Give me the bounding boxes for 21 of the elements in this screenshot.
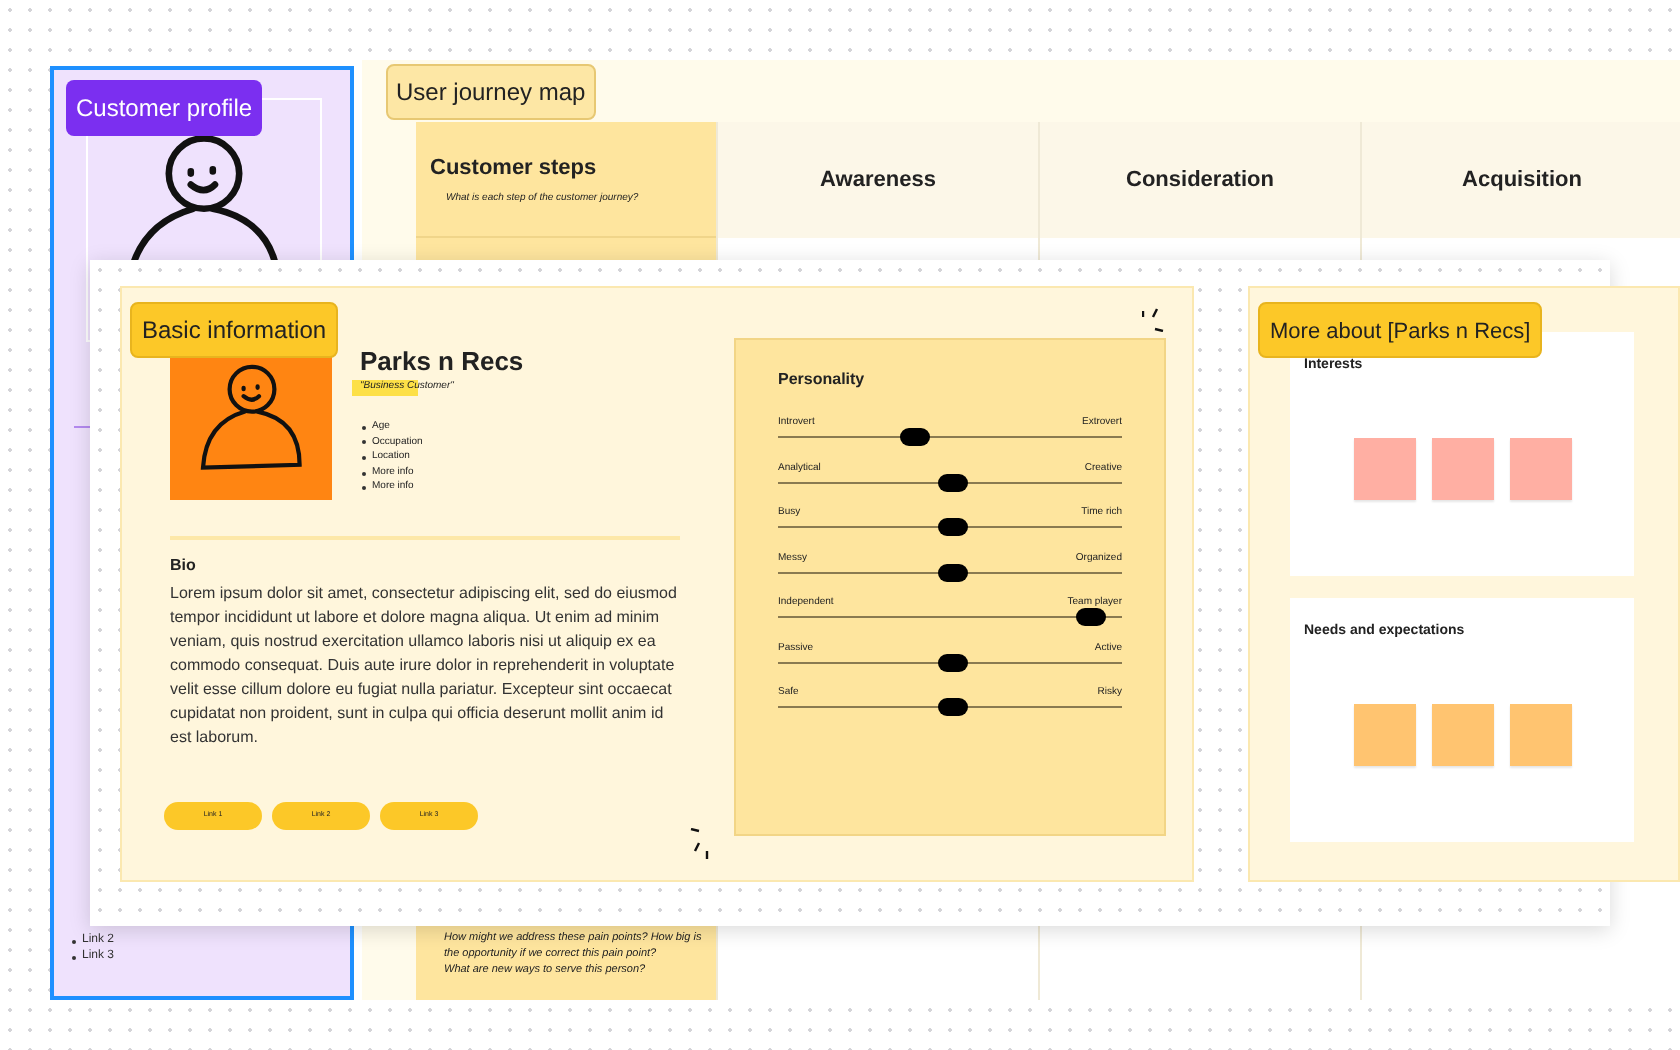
column-heading: Customer steps xyxy=(430,153,599,183)
sparkle-icon xyxy=(1142,308,1166,332)
persona-name: Parks n Recs xyxy=(360,344,524,380)
bio-heading: Bio xyxy=(170,554,196,578)
slider-thumb[interactable] xyxy=(938,698,969,716)
sparkle-icon xyxy=(690,828,710,860)
slider-thumb[interactable] xyxy=(900,428,931,446)
frame-label: Customer profile xyxy=(76,94,253,122)
frame-label: More about [Parks n Recs] xyxy=(1270,320,1531,344)
slider-thumb[interactable] xyxy=(938,563,969,581)
frame-label: User journey map xyxy=(396,78,586,106)
frame-label: Basic information xyxy=(142,316,327,344)
slider-thumb[interactable] xyxy=(938,518,969,536)
column-heading: Consideration xyxy=(1126,165,1274,196)
slider-thumb[interactable] xyxy=(938,473,969,491)
slider-thumb[interactable] xyxy=(938,653,969,671)
bio-paragraph: Lorem ipsum dolor sit amet, consectetur adipiscing elit, sed do eiusmod tempor incididunt ut labore et dolore magna aliqua. Ut enim ad minim veniam, quis nostrud exercitation ullamco laboris nisi ut aliquip ex ea commodo consequat. Duis aute irure dolor in reprehenderit in voluptate velit esse cillum dolore eu fugiat nulla pariatur. Excepteur sint occaecat cupidatat non proident, sunt in culpa qui officia deserunt mollit anim id est laborum. xyxy=(170,582,679,750)
panel-heading: Personality xyxy=(778,368,867,392)
column-heading: Acquisition xyxy=(1462,165,1582,196)
slider-thumb[interactable] xyxy=(1076,608,1107,626)
column-heading: Awareness xyxy=(820,165,936,196)
